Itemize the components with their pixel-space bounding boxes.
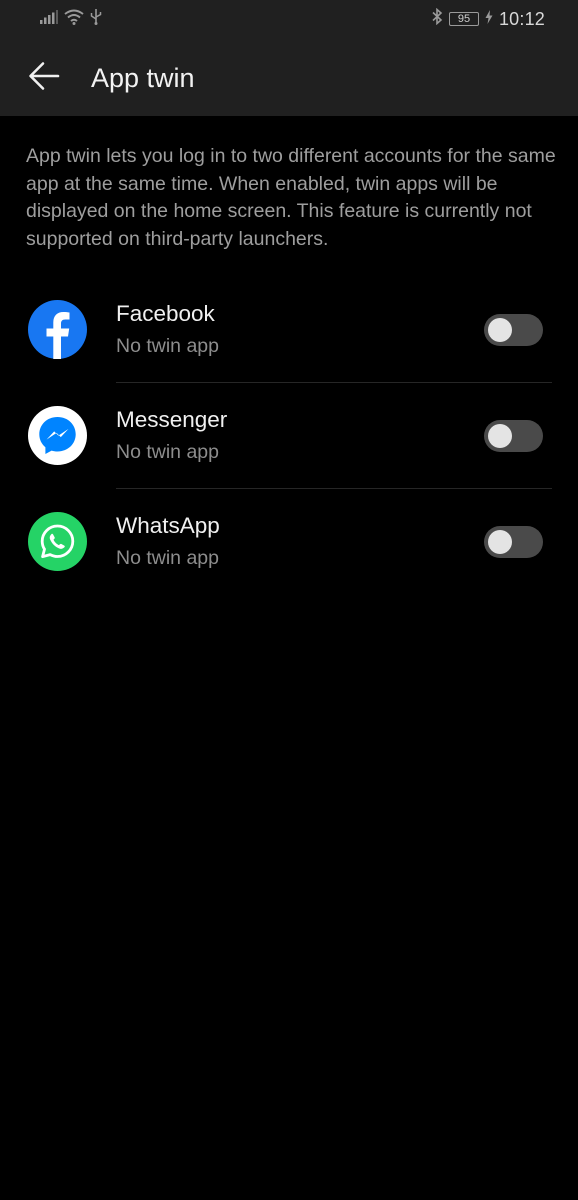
toggle-knob bbox=[488, 318, 512, 342]
status-bar: 95 10:12 bbox=[0, 0, 578, 40]
facebook-icon bbox=[28, 300, 87, 359]
charging-icon bbox=[485, 9, 493, 29]
app-row-whatsapp[interactable]: WhatsApp No twin app bbox=[0, 489, 578, 595]
toggle-knob bbox=[488, 530, 512, 554]
battery-icon: 95 bbox=[448, 12, 479, 26]
messenger-twin-toggle[interactable] bbox=[484, 420, 543, 452]
whatsapp-icon bbox=[28, 512, 87, 571]
app-row-messenger[interactable]: Messenger No twin app bbox=[0, 383, 578, 489]
app-twin-status: No twin app bbox=[116, 547, 219, 569]
app-name: WhatsApp bbox=[116, 513, 220, 538]
bluetooth-icon bbox=[431, 7, 443, 30]
page-title: App twin bbox=[91, 63, 195, 93]
status-time: 10:12 bbox=[498, 8, 545, 29]
usb-icon bbox=[90, 9, 102, 30]
app-row-facebook[interactable]: Facebook No twin app bbox=[0, 277, 578, 383]
wifi-icon bbox=[64, 9, 84, 30]
app-bar: App twin bbox=[0, 40, 578, 116]
app-twin-status: No twin app bbox=[116, 335, 219, 357]
whatsapp-twin-toggle[interactable] bbox=[484, 526, 543, 558]
signal-icon bbox=[40, 10, 58, 29]
app-name: Messenger bbox=[116, 407, 228, 432]
app-twin-description: App twin lets you log in to two differen… bbox=[26, 145, 556, 250]
app-twin-status: No twin app bbox=[116, 441, 219, 463]
toggle-knob bbox=[488, 424, 512, 448]
back-arrow-icon bbox=[28, 61, 60, 96]
back-button[interactable] bbox=[22, 56, 66, 100]
status-left-icons bbox=[40, 9, 102, 30]
facebook-twin-toggle[interactable] bbox=[484, 314, 543, 346]
messenger-icon bbox=[28, 406, 87, 465]
status-right-icons: 95 10:12 bbox=[431, 7, 545, 30]
app-name: Facebook bbox=[116, 301, 215, 326]
